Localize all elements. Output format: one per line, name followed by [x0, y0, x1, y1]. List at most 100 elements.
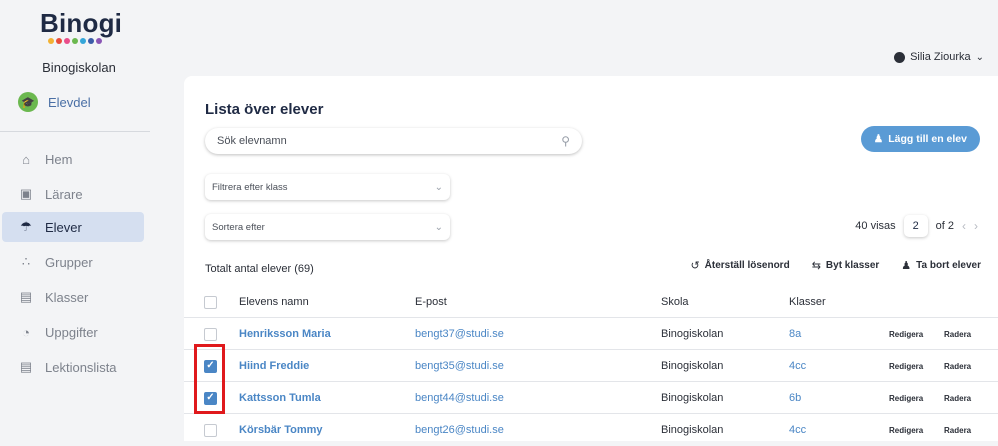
logo-text: Binogi [40, 8, 123, 38]
book-icon: ▤ [19, 359, 33, 374]
table-row: ✓ Hiind Freddie bengt35@studi.se Binogis… [184, 349, 998, 381]
student-name-link[interactable]: Hiind Freddie [239, 350, 309, 382]
page-title: Lista över elever [205, 101, 324, 118]
sidebar-item-home[interactable]: ⌂ Hem [2, 144, 144, 174]
pagination: 40 visas 2 of 2 ‹ › [855, 215, 978, 237]
delete-button[interactable]: Radera [944, 318, 971, 350]
user-icon [894, 51, 906, 63]
search-icon: ⚲ [561, 134, 570, 148]
student-section-label: Elevdel [48, 94, 91, 110]
page-number-input[interactable]: 2 [904, 215, 928, 237]
student-name-link[interactable]: Körsbär Tommy [239, 414, 323, 446]
chevron-down-icon: ⌄ [434, 181, 443, 193]
shown-count: 40 visas [855, 220, 896, 232]
reset-password-label: Återställ lösenord [704, 260, 790, 271]
sidebar-item-label: Klasser [45, 289, 89, 305]
student-email-link[interactable]: bengt44@studi.se [415, 382, 504, 414]
chevron-down-icon: ⌄ [434, 221, 443, 233]
logo[interactable]: Binogi [40, 8, 123, 44]
add-student-label: Lägg till en elev [888, 133, 967, 145]
total-students: Totalt antal elever (69) [205, 263, 314, 275]
class-filter-select[interactable]: Filtrera efter klass ⌄ [205, 174, 450, 200]
edit-button[interactable]: Redigera [889, 350, 923, 382]
teacher-board-icon: ▣ [19, 186, 33, 201]
reset-password-button[interactable]: ↺ Återställ lösenord [690, 259, 789, 272]
sidebar: Binogi Binogiskolan 🎓 Elevdel ⌂ Hem ▣ Lä… [0, 0, 158, 441]
add-student-button[interactable]: ♟ Lägg till en elev [860, 126, 980, 152]
student-icon: ☂ [20, 219, 32, 234]
sidebar-divider [0, 131, 150, 132]
class-filter-placeholder: Filtrera efter klass [212, 181, 288, 193]
switch-classes-button[interactable]: ⇆ Byt klasser [812, 259, 880, 272]
table-header: Elevens namn E-post Skola Klasser [184, 286, 998, 318]
table-row: ✓ Kattsson Tumla bengt44@studi.se Binogi… [184, 381, 998, 413]
switch-classes-label: Byt klasser [825, 260, 880, 271]
column-header-school: Skola [661, 296, 689, 308]
sidebar-item-lesson-list[interactable]: ▤ Lektionslista [2, 352, 144, 382]
logo-dots [40, 38, 110, 44]
user-menu[interactable]: Silia Ziourka ⌄ [894, 51, 984, 63]
sidebar-item-label: Lärare [45, 186, 83, 202]
column-header-classes: Klasser [789, 296, 826, 308]
edit-button[interactable]: Redigera [889, 382, 923, 414]
student-name-link[interactable]: Henriksson Maria [239, 318, 331, 350]
home-icon: ⌂ [22, 151, 30, 167]
search-placeholder: Sök elevnamn [217, 135, 287, 147]
student-name-link[interactable]: Kattsson Tumla [239, 382, 321, 414]
table-row: Körsbär Tommy bengt26@studi.se Binogisko… [184, 413, 998, 445]
select-all-checkbox[interactable] [204, 286, 217, 318]
sidebar-item-label: Hem [45, 151, 73, 167]
swap-icon: ⇆ [811, 260, 821, 272]
sidebar-item-label: Uppgifter [45, 324, 98, 340]
student-school: Binogiskolan [661, 392, 724, 404]
row-checkbox[interactable] [204, 423, 217, 437]
delete-button[interactable]: Radera [944, 382, 971, 414]
page-total: of 2 [935, 220, 954, 232]
sidebar-item-label: Lektionslista [45, 359, 117, 375]
sidebar-item-label: Elever [45, 219, 82, 235]
chevron-left-icon[interactable]: ‹ [962, 219, 966, 233]
student-class-link[interactable]: 4cc [789, 414, 806, 446]
sidebar-item-classes[interactable]: ▤ Klasser [2, 282, 144, 312]
student-class-link[interactable]: 6b [789, 382, 801, 414]
student-class-link[interactable]: 4cc [789, 350, 806, 382]
school-name: Binogiskolan [42, 60, 116, 75]
group-icon: ∴ [21, 254, 31, 269]
remove-users-icon: ♟ [901, 260, 912, 272]
classroom-icon: ▤ [19, 289, 33, 304]
sidebar-item-groups[interactable]: ∴ Grupper [2, 247, 144, 277]
chevron-right-icon[interactable]: › [974, 219, 978, 233]
sidebar-item-assignments[interactable]: ◔ Uppgifter [2, 317, 144, 347]
student-school: Binogiskolan [661, 328, 724, 340]
sidebar-item-students[interactable]: ☂ Elever [2, 212, 144, 242]
bulk-actions: ↺ Återställ lösenord ⇆ Byt klasser ♟ Ta … [690, 259, 981, 272]
delete-button[interactable]: Radera [944, 350, 971, 382]
student-class-link[interactable]: 8a [789, 318, 801, 350]
table-row: Henriksson Maria bengt37@studi.se Binogi… [184, 317, 998, 349]
remove-students-button[interactable]: ♟ Ta bort elever [901, 259, 981, 272]
student-section-link[interactable]: 🎓 Elevdel [18, 92, 91, 112]
column-header-email: E-post [415, 296, 447, 308]
add-user-icon: ♟ [873, 133, 884, 145]
search-input[interactable]: Sök elevnamn ⚲ [205, 128, 582, 154]
delete-button[interactable]: Radera [944, 414, 971, 446]
sort-placeholder: Sortera efter [212, 221, 265, 233]
checkbox[interactable] [204, 295, 217, 309]
edit-button[interactable]: Redigera [889, 414, 923, 446]
student-email-link[interactable]: bengt37@studi.se [415, 318, 504, 350]
sort-select[interactable]: Sortera efter ⌄ [205, 214, 450, 240]
student-list-card: Lista över elever Sök elevnamn ⚲ ♟ Lägg … [184, 76, 998, 441]
student-email-link[interactable]: bengt26@studi.se [415, 414, 504, 446]
sidebar-item-teachers[interactable]: ▣ Lärare [2, 179, 144, 209]
user-name: Silia Ziourka [910, 51, 971, 63]
remove-students-label: Ta bort elever [916, 260, 981, 271]
student-school: Binogiskolan [661, 424, 724, 436]
edit-button[interactable]: Redigera [889, 318, 923, 350]
row-checkbox[interactable] [204, 327, 217, 341]
student-school: Binogiskolan [661, 360, 724, 372]
student-email-link[interactable]: bengt35@studi.se [415, 350, 504, 382]
pie-chart-icon: ◔ [22, 324, 30, 340]
column-header-name: Elevens namn [239, 296, 309, 308]
reset-icon: ↺ [690, 260, 700, 272]
chevron-down-icon: ⌄ [975, 51, 984, 63]
